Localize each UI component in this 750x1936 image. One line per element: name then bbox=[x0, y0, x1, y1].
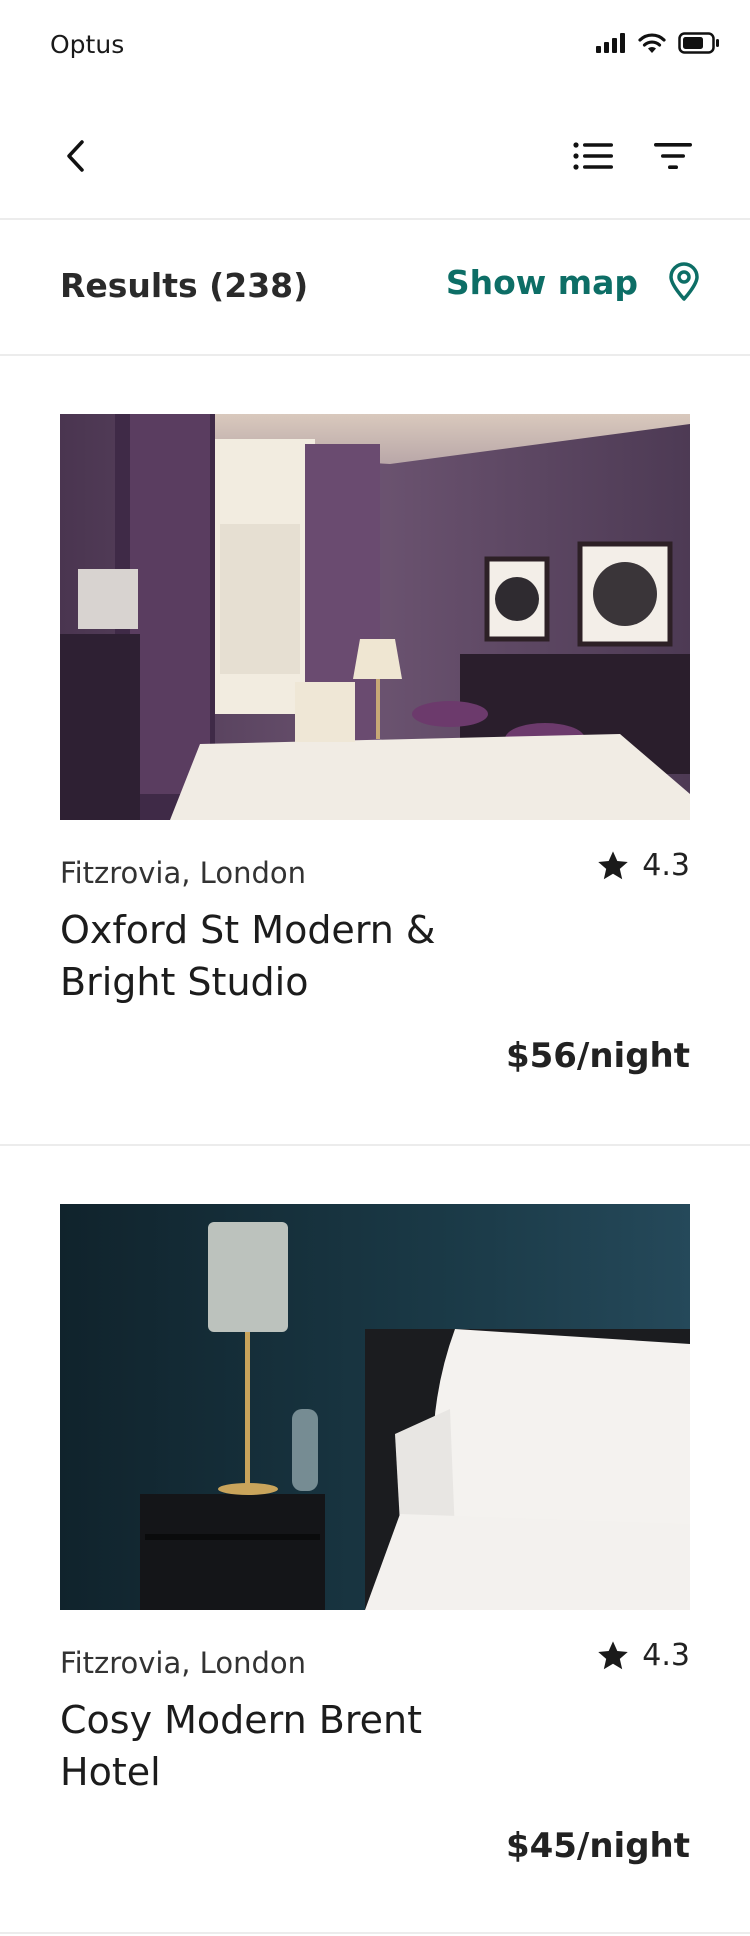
chevron-left-icon bbox=[67, 140, 84, 172]
listing-location: Fitzrovia, London bbox=[60, 856, 306, 890]
battery-icon bbox=[678, 32, 719, 54]
results-divider bbox=[0, 354, 750, 356]
filter-icon bbox=[654, 143, 692, 169]
wifi-icon bbox=[638, 33, 666, 53]
listing-divider bbox=[0, 1144, 750, 1146]
star-icon bbox=[598, 850, 629, 879]
rating-value: 4.3 bbox=[642, 848, 690, 883]
status-icons bbox=[596, 32, 720, 54]
back-button[interactable] bbox=[48, 128, 104, 184]
nav-divider bbox=[0, 218, 750, 220]
filter-button[interactable] bbox=[645, 128, 701, 184]
status-bar: Optus bbox=[0, 0, 750, 90]
star-icon bbox=[598, 1640, 629, 1669]
listing-photo[interactable] bbox=[60, 1204, 690, 1610]
listing-rating: 4.3 bbox=[596, 1638, 690, 1673]
rating-value: 4.3 bbox=[642, 1638, 690, 1673]
listing-price: $56/night bbox=[505, 1036, 690, 1076]
show-map-button[interactable]: Show map bbox=[446, 262, 700, 302]
cellular-signal-icon bbox=[596, 33, 625, 53]
carrier-name: Optus bbox=[50, 30, 125, 59]
list-view-button[interactable] bbox=[565, 128, 621, 184]
listing-location: Fitzrovia, London bbox=[60, 1646, 306, 1680]
listing-card[interactable]: Fitzrovia, London 4.3 Cosy Modern Brent … bbox=[0, 1204, 750, 1904]
show-map-label: Show map bbox=[445, 262, 638, 302]
bedroom-teal-lamp-photo bbox=[60, 1204, 690, 1610]
results-header: Results (238) Show map bbox=[0, 222, 750, 352]
hotel-room-purple-photo bbox=[60, 414, 690, 820]
listing-divider bbox=[0, 1932, 750, 1934]
listing-price: $45/night bbox=[505, 1826, 690, 1866]
results-count-title: Results (238) bbox=[60, 266, 309, 305]
listing-card[interactable]: Fitzrovia, London 4.3 Oxford St Modern &… bbox=[0, 414, 750, 1114]
list-view-icon bbox=[573, 142, 613, 170]
map-pin-icon bbox=[669, 262, 699, 301]
listing-photo[interactable] bbox=[60, 414, 690, 820]
top-nav-bar bbox=[0, 100, 750, 210]
listing-name[interactable]: Cosy Modern Brent Hotel bbox=[60, 1694, 480, 1798]
listing-rating: 4.3 bbox=[596, 848, 690, 883]
listing-name[interactable]: Oxford St Modern & Bright Studio bbox=[60, 904, 480, 1008]
